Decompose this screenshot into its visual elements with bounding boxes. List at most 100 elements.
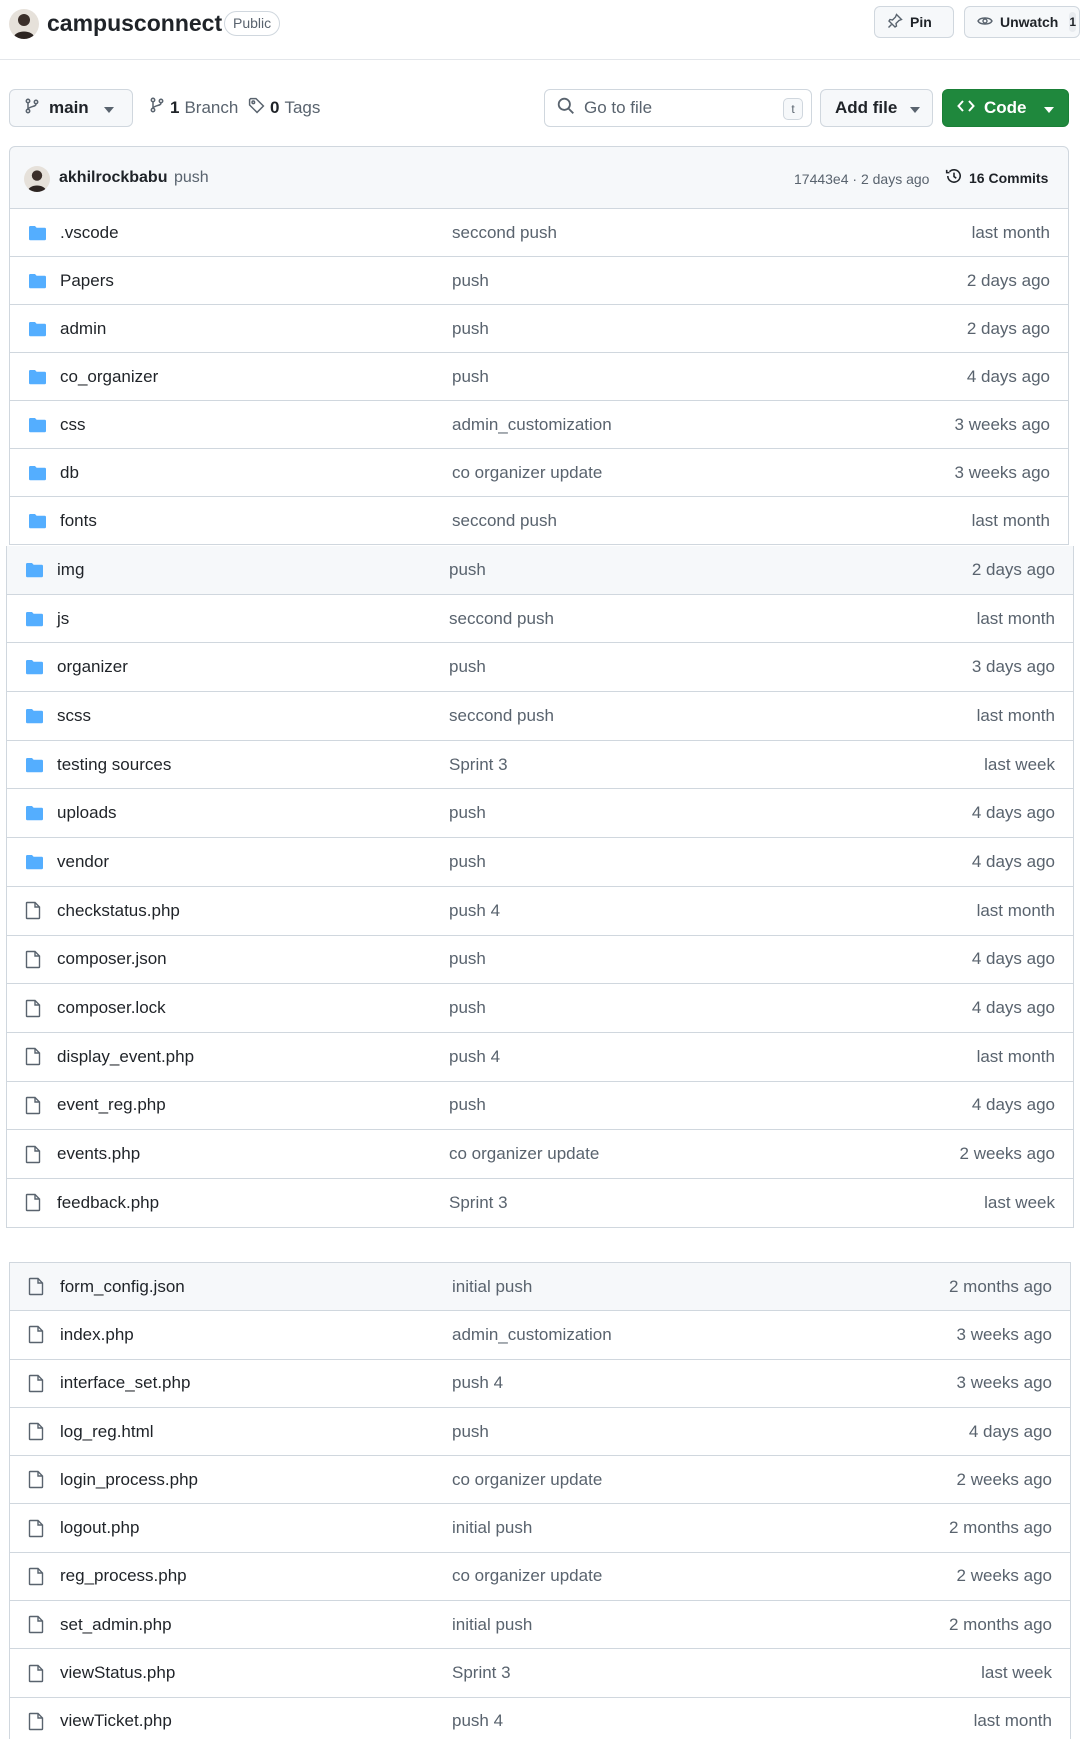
pin-button[interactable]: Pin — [874, 6, 954, 38]
last-commit-message[interactable]: initial push — [452, 1615, 532, 1635]
entry-name[interactable]: vendor — [57, 852, 109, 872]
branches-link[interactable]: 1 Branch — [149, 97, 238, 118]
folder-row[interactable]: db co organizer update 3 weeks ago — [10, 449, 1068, 497]
commit-hash-and-time[interactable]: 17443e4 · 2 days ago — [794, 171, 929, 187]
file-row[interactable]: set_admin.php initial push 2 months ago — [10, 1601, 1070, 1650]
last-commit-message[interactable]: push — [449, 1095, 486, 1115]
last-commit-message[interactable]: push — [449, 657, 486, 677]
file-row[interactable]: feedback.php Sprint 3 last week — [7, 1178, 1073, 1228]
file-row[interactable]: reg_process.php co organizer update 2 week… — [10, 1552, 1070, 1602]
last-commit-message[interactable]: initial push — [452, 1277, 532, 1297]
entry-name[interactable]: fonts — [60, 511, 97, 531]
entry-name[interactable]: viewTicket.php — [60, 1711, 172, 1731]
entry-name[interactable]: testing sources — [57, 755, 171, 775]
last-commit-message[interactable]: co organizer update — [452, 1470, 602, 1490]
entry-name[interactable]: co_organizer — [60, 367, 158, 387]
commit-author[interactable]: akhilrockbabu — [59, 169, 167, 187]
last-commit-message[interactable]: push — [449, 803, 486, 823]
entry-name[interactable]: index.php — [60, 1325, 134, 1345]
last-commit-message[interactable]: push — [449, 998, 486, 1018]
repo-name[interactable]: campusconnect — [47, 10, 222, 37]
entry-name[interactable]: img — [57, 560, 84, 580]
entry-name[interactable]: display_event.php — [57, 1047, 194, 1067]
entry-name[interactable]: organizer — [57, 657, 128, 677]
last-commit-message[interactable]: co organizer update — [452, 463, 602, 483]
branch-selector[interactable]: main — [9, 89, 133, 127]
entry-name[interactable]: Papers — [60, 271, 114, 291]
commits-history-link[interactable]: 16 Commits — [945, 167, 1048, 188]
last-commit-message[interactable]: co organizer update — [452, 1566, 602, 1586]
folder-row[interactable]: img push 2 days ago — [7, 546, 1073, 595]
last-commit-message[interactable]: push 4 — [452, 1373, 503, 1393]
last-commit-message[interactable]: push 4 — [449, 901, 500, 921]
unwatch-button[interactable]: Unwatch 1 — [964, 6, 1080, 38]
entry-name[interactable]: viewStatus.php — [60, 1663, 175, 1683]
last-commit-message[interactable]: admin_customization — [452, 415, 612, 435]
file-row[interactable]: display_event.php push 4 last month — [7, 1032, 1073, 1082]
folder-row[interactable]: fonts seccond push last month — [10, 497, 1068, 545]
last-commit-message[interactable]: Sprint 3 — [452, 1663, 511, 1683]
file-row[interactable]: checkstatus.php push 4 last month — [7, 886, 1073, 936]
entry-name[interactable]: logout.php — [60, 1518, 139, 1538]
entry-name[interactable]: feedback.php — [57, 1193, 159, 1213]
entry-name[interactable]: event_reg.php — [57, 1095, 166, 1115]
commit-author-avatar[interactable] — [24, 166, 50, 192]
entry-name[interactable]: admin — [60, 319, 106, 339]
file-row[interactable]: viewStatus.php Sprint 3 last week — [10, 1649, 1070, 1698]
file-row[interactable]: index.php admin_customization 3 weeks ago — [10, 1311, 1070, 1360]
search-input[interactable] — [584, 98, 764, 118]
entry-name[interactable]: composer.json — [57, 949, 167, 969]
entry-name[interactable]: reg_process.php — [60, 1566, 187, 1586]
entry-name[interactable]: js — [57, 609, 69, 629]
last-commit-message[interactable]: Sprint 3 — [449, 1193, 508, 1213]
last-commit-message[interactable]: co organizer update — [449, 1144, 599, 1164]
folder-row[interactable]: css admin_customization 3 weeks ago — [10, 401, 1068, 449]
file-row[interactable]: interface_set.php push 4 3 weeks ago — [10, 1359, 1070, 1408]
last-commit-message[interactable]: push 4 — [449, 1047, 500, 1067]
last-commit-message[interactable]: push — [452, 319, 489, 339]
last-commit-message[interactable]: seccond push — [449, 609, 554, 629]
file-row[interactable]: logout.php initial push 2 months ago — [10, 1504, 1070, 1553]
tags-link[interactable]: 0 Tags — [248, 97, 320, 119]
last-commit-message[interactable]: initial push — [452, 1518, 532, 1538]
last-commit-message[interactable]: push — [449, 560, 486, 580]
last-commit-message[interactable]: Sprint 3 — [449, 755, 508, 775]
folder-row[interactable]: uploads push 4 days ago — [7, 789, 1073, 839]
folder-row[interactable]: admin push 2 days ago — [10, 305, 1068, 353]
entry-name[interactable]: login_process.php — [60, 1470, 198, 1490]
entry-name[interactable]: composer.lock — [57, 998, 166, 1018]
last-commit-message[interactable]: push — [452, 271, 489, 291]
folder-row[interactable]: .vscode seccond push last month — [10, 209, 1068, 257]
folder-row[interactable]: co_organizer push 4 days ago — [10, 353, 1068, 401]
last-commit-message[interactable]: push — [452, 1422, 489, 1442]
entry-name[interactable]: checkstatus.php — [57, 901, 180, 921]
folder-row[interactable]: Papers push 2 days ago — [10, 257, 1068, 305]
entry-name[interactable]: form_config.json — [60, 1277, 185, 1297]
entry-name[interactable]: scss — [57, 706, 91, 726]
file-row[interactable]: log_reg.html push 4 days ago — [10, 1407, 1070, 1457]
file-row[interactable]: composer.lock push 4 days ago — [7, 984, 1073, 1033]
folder-row[interactable]: testing sources Sprint 3 last week — [7, 740, 1073, 790]
last-commit-message[interactable]: push — [449, 852, 486, 872]
folder-row[interactable]: organizer push 3 days ago — [7, 643, 1073, 693]
folder-row[interactable]: vendor push 4 days ago — [7, 838, 1073, 887]
entry-name[interactable]: set_admin.php — [60, 1615, 172, 1635]
last-commit-message[interactable]: seccond push — [452, 511, 557, 531]
file-row[interactable]: composer.json push 4 days ago — [7, 935, 1073, 985]
owner-avatar[interactable] — [9, 9, 39, 39]
entry-name[interactable]: events.php — [57, 1144, 140, 1164]
code-button[interactable]: Code — [942, 89, 1069, 127]
go-to-file-search[interactable]: t — [544, 89, 812, 127]
entry-name[interactable]: css — [60, 415, 86, 435]
add-file-button[interactable]: Add file — [820, 89, 933, 127]
folder-row[interactable]: scss seccond push last month — [7, 692, 1073, 741]
entry-name[interactable]: interface_set.php — [60, 1373, 190, 1393]
file-row[interactable]: login_process.php co organizer update 2 we… — [10, 1456, 1070, 1505]
last-commit-message[interactable]: seccond push — [452, 223, 557, 243]
commit-message[interactable]: push — [174, 169, 209, 187]
entry-name[interactable]: .vscode — [60, 223, 119, 243]
file-row[interactable]: viewTicket.php push 4 last month — [10, 1697, 1070, 1739]
entry-name[interactable]: uploads — [57, 803, 117, 823]
file-row[interactable]: form_config.json initial push 2 months ago — [10, 1263, 1070, 1312]
file-row[interactable]: events.php co organizer update 2 weeks ago — [7, 1130, 1073, 1179]
